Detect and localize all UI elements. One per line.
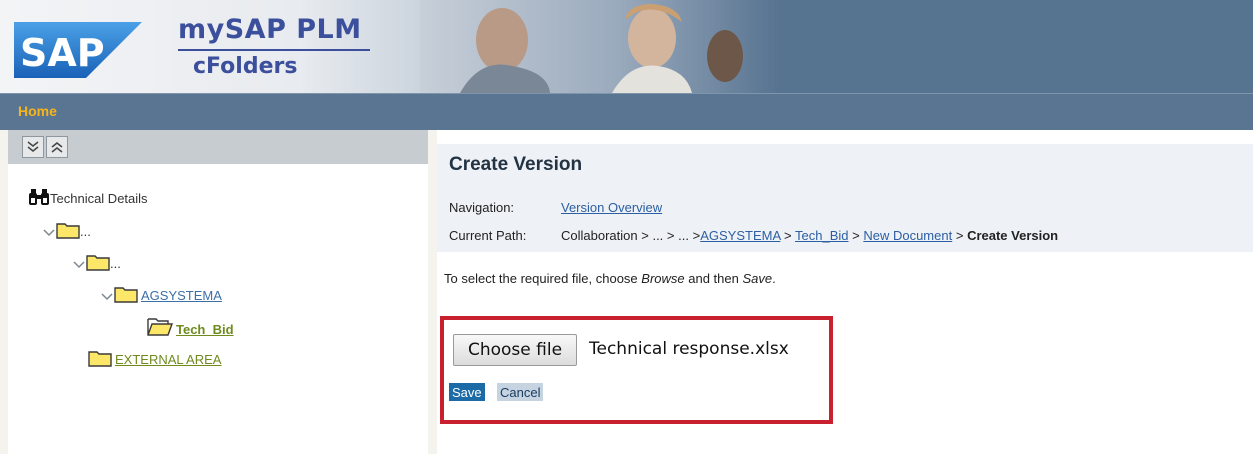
breadcrumb-separator: > xyxy=(641,228,649,243)
tree-toolbar xyxy=(8,130,428,164)
tree-root-label: Technical Details xyxy=(50,191,148,206)
folder-icon xyxy=(56,223,80,239)
choose-file-button[interactable]: Choose file xyxy=(453,334,577,366)
main-content: Create Version Navigation: Version Overvi… xyxy=(437,130,1253,454)
product-name: mySAP PLM xyxy=(178,14,362,45)
version-overview-link[interactable]: Version Overview xyxy=(561,200,662,215)
breadcrumb-tech-bid-link[interactable]: Tech_Bid xyxy=(795,228,848,243)
breadcrumb-separator: > xyxy=(955,228,964,243)
cancel-button[interactable]: Cancel xyxy=(497,383,544,401)
folder-icon xyxy=(86,255,110,271)
breadcrumb-item: Collaboration xyxy=(561,228,638,243)
nav-home-link[interactable]: Home xyxy=(18,103,57,119)
product-subtitle: cFolders xyxy=(193,54,298,79)
breadcrumb-separator: > xyxy=(784,228,792,243)
folder-icon xyxy=(114,287,138,303)
tree-item-agsystema[interactable]: AGSYSTEMA xyxy=(100,284,222,303)
expand-all-button[interactable] xyxy=(22,136,44,158)
breadcrumb-agsystema-link[interactable]: AGSYSTEMA xyxy=(700,228,780,243)
navigation-label: Navigation: xyxy=(449,200,515,215)
tree-item-label[interactable]: Tech_Bid xyxy=(176,322,234,337)
folder-icon xyxy=(88,351,112,367)
double-chevron-up-icon xyxy=(51,142,63,153)
highlight-annotation xyxy=(440,316,833,424)
breadcrumb-item: ... xyxy=(652,228,664,243)
sap-logo-text: SAP xyxy=(20,31,105,75)
open-folder-icon xyxy=(147,318,173,336)
navigation-tree-pane: Technical Details ... ... AGSYSTEMA Tech… xyxy=(8,130,428,454)
binoculars-icon xyxy=(29,189,49,205)
breadcrumb-item: ... xyxy=(678,228,689,243)
chevron-down-icon xyxy=(73,261,85,269)
breadcrumb-new-document-link[interactable]: New Document xyxy=(863,228,952,243)
breadcrumb-separator: > xyxy=(852,228,860,243)
tree-item-label: ... xyxy=(80,224,91,239)
save-button[interactable]: Save xyxy=(449,383,485,401)
navigation-row: Navigation: Version Overview xyxy=(449,200,662,215)
tree-item-label[interactable]: EXTERNAL AREA xyxy=(115,352,221,367)
breadcrumb: Current Path: Collaboration > ... > ... >… xyxy=(449,228,1058,243)
breadcrumb-current: Create Version xyxy=(967,228,1059,243)
header-photo xyxy=(420,0,780,93)
product-divider xyxy=(178,49,370,51)
folder-tree: Technical Details ... ... AGSYSTEMA Tech… xyxy=(8,164,428,454)
chevron-down-icon xyxy=(43,229,55,237)
current-path-label: Current Path: xyxy=(449,228,527,243)
tree-item-tech-bid[interactable]: Tech_Bid xyxy=(146,316,234,337)
instruction-text: To select the required file, choose Brow… xyxy=(444,271,776,286)
page-title: Create Version xyxy=(449,154,583,175)
tree-item-label: ... xyxy=(110,256,121,271)
app-header: SAP mySAP PLM cFolders xyxy=(0,0,1253,93)
tree-item-external-area[interactable]: EXTERNAL AREA xyxy=(88,348,221,367)
tree-item[interactable]: ... xyxy=(42,220,91,239)
chevron-down-icon xyxy=(101,293,113,301)
double-chevron-down-icon xyxy=(27,141,39,152)
brand-area: SAP mySAP PLM cFolders xyxy=(0,0,430,93)
selected-file-name: Technical response.xlsx xyxy=(589,339,789,359)
collapse-all-button[interactable] xyxy=(46,136,68,158)
tree-item-label[interactable]: AGSYSTEMA xyxy=(141,288,222,303)
page-header: Create Version Navigation: Version Overvi… xyxy=(437,144,1253,252)
breadcrumb-separator: > xyxy=(666,228,675,243)
sap-logo: SAP xyxy=(14,22,142,78)
tree-root[interactable]: Technical Details xyxy=(28,188,148,206)
tree-item[interactable]: ... xyxy=(72,252,121,271)
nav-bar: Home xyxy=(0,93,1253,130)
